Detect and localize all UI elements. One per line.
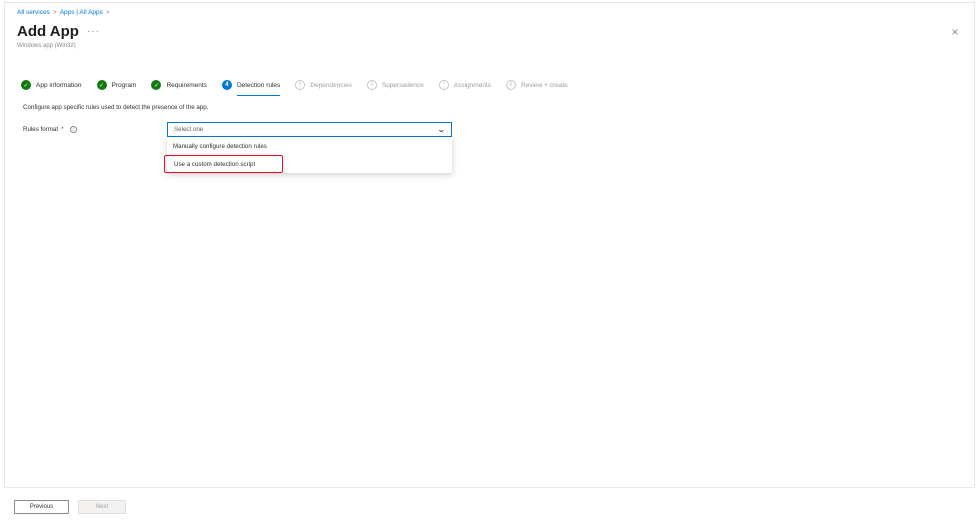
step-label: Program [111, 81, 137, 89]
option-custom-detection-script[interactable]: Use a custom detection script [164, 155, 283, 173]
title-row: Add App ··· [17, 23, 100, 40]
option-manually-configure[interactable]: Manually configure detection rules [167, 137, 452, 155]
step-number-icon: 7 [438, 80, 449, 90]
checkmark-icon: ✓ [151, 80, 162, 90]
info-icon[interactable]: i [69, 126, 77, 133]
step-label: Dependencies [310, 81, 352, 89]
step-number-icon: 4 [221, 80, 232, 90]
dropdown-selected-value: Select one [174, 126, 204, 133]
step-label: App information [36, 81, 82, 89]
step-dependencies[interactable]: 5 Dependencies [295, 78, 352, 92]
step-label: Detection rules [236, 81, 281, 89]
rules-format-label-text: Rules format [23, 126, 59, 133]
breadcrumb-separator: > [52, 9, 57, 16]
rules-format-label: Rules format * i [23, 126, 77, 133]
rules-format-dropdown[interactable]: Select one ⌄ [167, 122, 452, 137]
step-app-information[interactable]: ✓ App information [21, 78, 82, 92]
step-label: Requirements [166, 81, 207, 89]
add-app-blade: All services > Apps | All Apps > Add App… [4, 2, 975, 523]
chevron-down-icon: ⌄ [436, 125, 447, 134]
breadcrumb-apps[interactable]: Apps | All Apps [60, 9, 103, 16]
page-title: Add App [17, 23, 79, 40]
step-program[interactable]: ✓ Program [96, 78, 137, 92]
detection-rules-description: Configure app specific rules used to det… [23, 104, 209, 111]
previous-button[interactable]: Previous [14, 500, 69, 514]
wizard-steps: ✓ App information ✓ Program ✓ Requiremen… [21, 78, 583, 96]
breadcrumb-all-services[interactable]: All services [17, 9, 50, 16]
step-review-create[interactable]: 8 Review + create [506, 78, 568, 92]
step-number-icon: 8 [506, 80, 516, 90]
footer-bar: Previous Next [4, 487, 975, 523]
step-assignments[interactable]: 7 Assignments [438, 78, 491, 92]
step-supersedence[interactable]: 6 Supersedence [366, 78, 424, 92]
step-number-icon: 5 [295, 80, 306, 90]
step-requirements[interactable]: ✓ Requirements [151, 78, 207, 92]
more-options-icon[interactable]: ··· [87, 26, 100, 37]
step-detection-rules[interactable]: 4 Detection rules [221, 78, 281, 96]
checkmark-icon: ✓ [21, 80, 31, 90]
page-subtitle: Windows app (Win32) [17, 43, 76, 49]
required-marker: * [61, 126, 64, 133]
step-label: Assignments [453, 81, 491, 89]
step-label: Review + create [521, 81, 568, 89]
checkmark-icon: ✓ [96, 80, 107, 90]
step-number-icon: 6 [366, 80, 377, 90]
close-icon[interactable]: × [948, 25, 962, 39]
breadcrumb: All services > Apps | All Apps > [17, 9, 110, 16]
step-label: Supersedence [381, 81, 424, 89]
rules-format-options: Manually configure detection rules Use a… [164, 137, 452, 173]
breadcrumb-separator: > [105, 9, 110, 16]
next-button[interactable]: Next [78, 500, 126, 514]
